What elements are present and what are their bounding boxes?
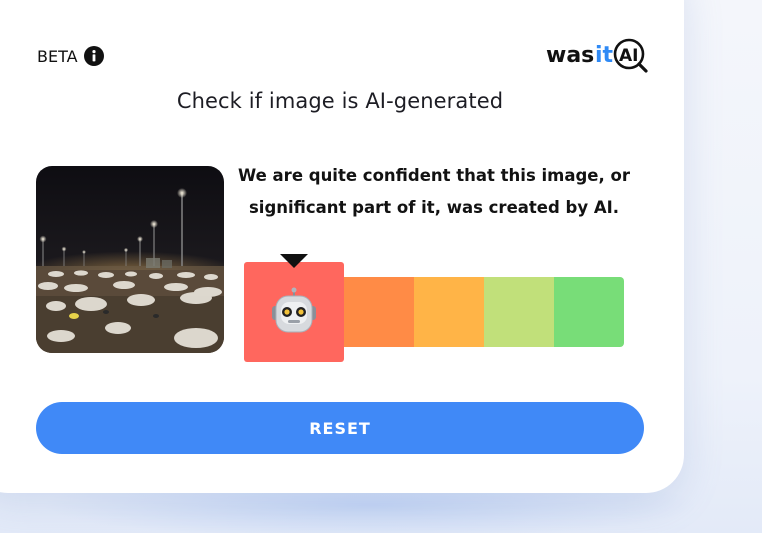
scale-segment (414, 277, 484, 347)
beta-label: BETA (37, 46, 78, 66)
selection-pointer-icon (280, 254, 308, 268)
reset-button[interactable]: RESET (36, 402, 644, 454)
verdict-text: We are quite confident that this image, … (236, 160, 632, 224)
page-title: Check if image is AI-generated (176, 89, 504, 113)
scale-segment-selected (244, 262, 344, 362)
scale-segment (344, 277, 414, 347)
logo-text-it: it (595, 43, 614, 68)
verdict-line-2: significant part of it, was created by A… (248, 198, 620, 217)
scale-segment (554, 277, 624, 347)
confidence-scale (244, 247, 624, 362)
info-icon[interactable] (83, 46, 104, 66)
logo-text-ai: AI (619, 46, 638, 66)
uploaded-image-thumbnail (36, 166, 224, 353)
robot-icon (272, 287, 316, 333)
logo-text-was: was (546, 43, 594, 68)
wasitai-logo[interactable]: was it AI (545, 36, 649, 76)
scale-segment (484, 277, 554, 347)
verdict-line-1: We are quite confident that this image, … (238, 166, 630, 185)
beta-badge: BETA (37, 46, 104, 66)
